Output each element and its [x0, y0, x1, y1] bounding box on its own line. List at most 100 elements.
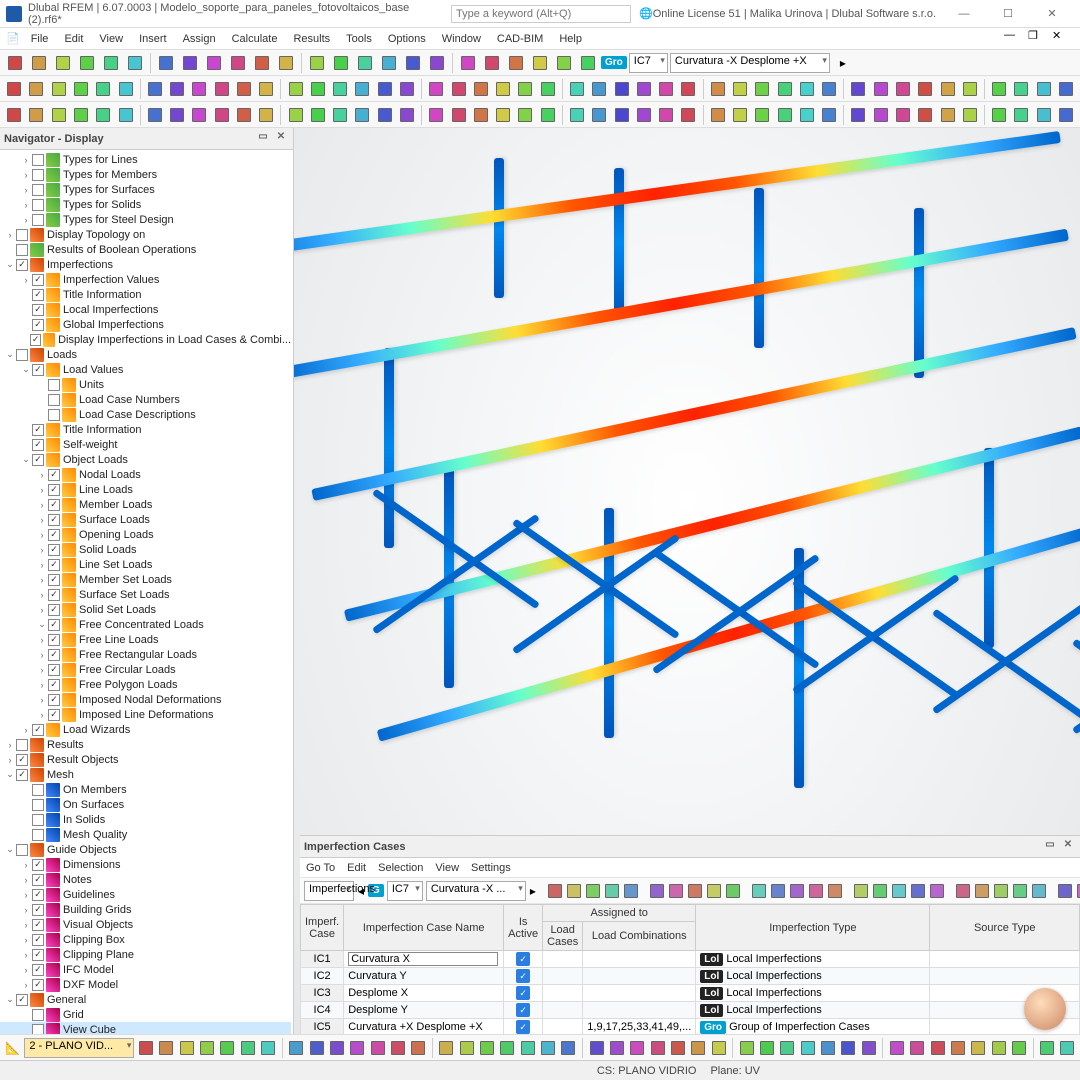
tree-checkbox[interactable] — [32, 859, 44, 871]
toolbar-button[interactable] — [678, 78, 698, 100]
toolbar-button[interactable] — [167, 104, 187, 126]
expand-icon[interactable]: › — [36, 650, 48, 660]
bottom-tool-button[interactable] — [308, 1037, 325, 1059]
case-next-button[interactable]: ▸ — [832, 52, 854, 74]
tree-node[interactable]: Load Case Descriptions — [0, 407, 291, 422]
tree-checkbox[interactable] — [32, 439, 44, 451]
tree-checkbox[interactable] — [32, 319, 44, 331]
menu-results[interactable]: Results — [286, 31, 337, 47]
bottom-tool-button[interactable] — [219, 1037, 236, 1059]
expand-icon[interactable]: › — [20, 890, 32, 900]
tree-checkbox[interactable] — [16, 229, 28, 241]
toolbar-button[interactable] — [354, 52, 376, 74]
expand-icon[interactable]: › — [20, 875, 32, 885]
table-row[interactable]: IC5 Curvatura +X Desplome +X 1,9,17,25,3… — [301, 1019, 1080, 1036]
bottom-tool-button[interactable] — [438, 1037, 455, 1059]
toolbar-button[interactable] — [708, 78, 728, 100]
expand-icon[interactable]: ⌄ — [36, 619, 48, 630]
tree-node[interactable]: ›Line Set Loads — [0, 557, 291, 572]
expand-icon[interactable]: › — [20, 935, 32, 945]
toolbar-button[interactable] — [179, 52, 201, 74]
expand-icon[interactable]: › — [20, 965, 32, 975]
assistant-avatar-icon[interactable] — [1024, 988, 1066, 1030]
mdi-restore-button[interactable]: ❐ — [1028, 29, 1052, 49]
table-row[interactable]: IC3 Desplome X Lol Local Imperfections — [301, 985, 1080, 1002]
toolbar-button[interactable] — [203, 52, 225, 74]
tree-checkbox[interactable] — [48, 469, 60, 481]
toolbar-button[interactable] — [375, 78, 395, 100]
imperf-dock-button[interactable]: ▭ — [1042, 839, 1058, 855]
toolbar-button[interactable] — [426, 104, 446, 126]
tree-node[interactable]: ›Result Objects — [0, 752, 291, 767]
expand-icon[interactable]: › — [4, 740, 16, 750]
expand-icon[interactable]: › — [20, 170, 32, 180]
toolbar-button[interactable] — [797, 78, 817, 100]
bottom-tool-button[interactable] — [369, 1037, 386, 1059]
toolbar-button[interactable] — [567, 78, 587, 100]
toolbar-button[interactable] — [1034, 104, 1054, 126]
toolbar-button[interactable] — [448, 104, 468, 126]
imperf-tool-button[interactable] — [929, 880, 945, 902]
tree-node[interactable]: ⌄Mesh — [0, 767, 291, 782]
tree-node[interactable]: ›Types for Solids — [0, 197, 291, 212]
imperf-tool-button[interactable] — [687, 880, 703, 902]
imperf-tool-button[interactable] — [955, 880, 971, 902]
imperf-tool-button[interactable] — [547, 880, 563, 902]
toolbar-button[interactable] — [505, 52, 527, 74]
toolbar-button[interactable] — [752, 104, 772, 126]
tree-checkbox[interactable] — [16, 349, 28, 361]
submenu-edit[interactable]: Edit — [347, 862, 366, 874]
toolbar-button[interactable] — [256, 78, 276, 100]
imperf-tool-button[interactable] — [910, 880, 926, 902]
toolbar-button[interactable] — [937, 104, 957, 126]
toolbar-button[interactable] — [774, 104, 794, 126]
tree-node[interactable]: ›Clipping Box — [0, 932, 291, 947]
imperf-tool-button[interactable] — [974, 880, 990, 902]
tree-node[interactable]: ›Free Rectangular Loads — [0, 647, 291, 662]
toolbar-button[interactable] — [893, 78, 913, 100]
tree-node[interactable]: Global Imperfections — [0, 317, 291, 332]
bottom-tool-button[interactable] — [840, 1037, 857, 1059]
expand-icon[interactable]: › — [20, 725, 32, 735]
toolbar-button[interactable] — [234, 104, 254, 126]
navigator-tree[interactable]: ›Types for Lines›Types for Members›Types… — [0, 150, 293, 1036]
row-active[interactable] — [504, 1019, 543, 1036]
expand-icon[interactable]: › — [36, 665, 48, 675]
tree-checkbox[interactable] — [48, 514, 60, 526]
bottom-tool-button[interactable] — [178, 1037, 195, 1059]
toolbar-button[interactable] — [189, 104, 209, 126]
toolbar-button[interactable] — [553, 52, 575, 74]
tree-node[interactable]: ›DXF Model — [0, 977, 291, 992]
menu-file[interactable]: File — [24, 31, 56, 47]
imperf-tool-button[interactable] — [751, 880, 767, 902]
toolbar-button[interactable] — [251, 52, 273, 74]
tree-node[interactable]: ›Building Grids — [0, 902, 291, 917]
toolbar-button[interactable] — [989, 78, 1009, 100]
bottom-tool-button[interactable] — [909, 1037, 926, 1059]
toolbar-button[interactable] — [708, 104, 728, 126]
tree-node[interactable]: ›Nodal Loads — [0, 467, 291, 482]
imperf-type-dropdown[interactable]: Imperfections — [304, 881, 354, 901]
bottom-tool-button[interactable] — [819, 1037, 836, 1059]
toolbar-button[interactable] — [212, 78, 232, 100]
tree-checkbox[interactable] — [48, 604, 60, 616]
tree-node[interactable]: ›Imposed Line Deformations — [0, 707, 291, 722]
toolbar-button[interactable] — [115, 78, 135, 100]
imperf-tool-button[interactable] — [1057, 880, 1073, 902]
toolbar-button[interactable] — [100, 52, 122, 74]
tree-checkbox[interactable] — [16, 739, 28, 751]
tree-node[interactable]: Results of Boolean Operations — [0, 242, 291, 257]
expand-icon[interactable]: › — [20, 275, 32, 285]
expand-icon[interactable]: › — [20, 950, 32, 960]
toolbar-button[interactable] — [49, 78, 69, 100]
tree-checkbox[interactable] — [16, 994, 28, 1006]
tree-checkbox[interactable] — [48, 589, 60, 601]
tree-node[interactable]: ›Display Topology on — [0, 227, 291, 242]
imperf-tool-button[interactable] — [1031, 880, 1047, 902]
tree-node[interactable]: ›Free Line Loads — [0, 632, 291, 647]
tree-node[interactable]: Display Imperfections in Load Cases & Co… — [0, 332, 291, 347]
table-row[interactable]: IC4 Desplome Y Lol Local Imperfections — [301, 1002, 1080, 1019]
tree-node[interactable]: Self-weight — [0, 437, 291, 452]
expand-icon[interactable]: › — [20, 905, 32, 915]
toolbar-button[interactable] — [145, 104, 165, 126]
